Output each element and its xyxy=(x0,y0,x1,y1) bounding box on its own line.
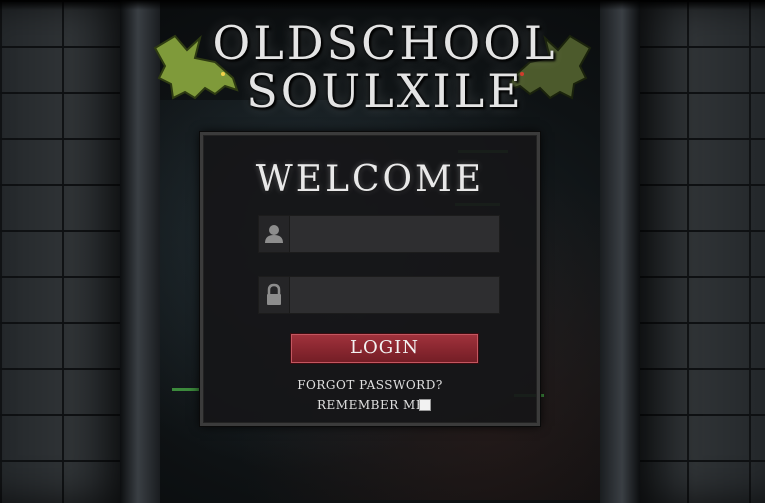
login-panel: WELCOME LOGIN FORGOT PASSWORD? REMEMBER … xyxy=(199,131,541,427)
stone-wall-right xyxy=(625,0,765,503)
login-screen: OLDSCHOOL SOULXILE WELCOME LOGIN FORGOT … xyxy=(0,0,765,503)
top-shadow xyxy=(0,0,765,10)
welcome-heading: WELCOME xyxy=(255,159,485,200)
login-button[interactable]: LOGIN xyxy=(290,333,479,364)
user-icon xyxy=(259,216,290,252)
logo-line-1: OLDSCHOOL xyxy=(212,16,558,70)
game-logo: OLDSCHOOL SOULXILE xyxy=(150,10,620,118)
password-field xyxy=(258,276,500,314)
stone-wall-left xyxy=(0,0,140,503)
username-input[interactable] xyxy=(290,216,498,252)
username-field xyxy=(258,215,500,253)
lock-icon xyxy=(259,277,290,313)
logo-line-2: SOULXILE xyxy=(246,64,524,118)
password-input[interactable] xyxy=(290,277,498,313)
remember-me-label: REMEMBER ME xyxy=(317,398,426,412)
remember-me-checkbox[interactable] xyxy=(419,399,431,411)
hud-bar xyxy=(172,388,202,391)
forgot-password-link[interactable]: FORGOT PASSWORD? xyxy=(203,378,537,392)
